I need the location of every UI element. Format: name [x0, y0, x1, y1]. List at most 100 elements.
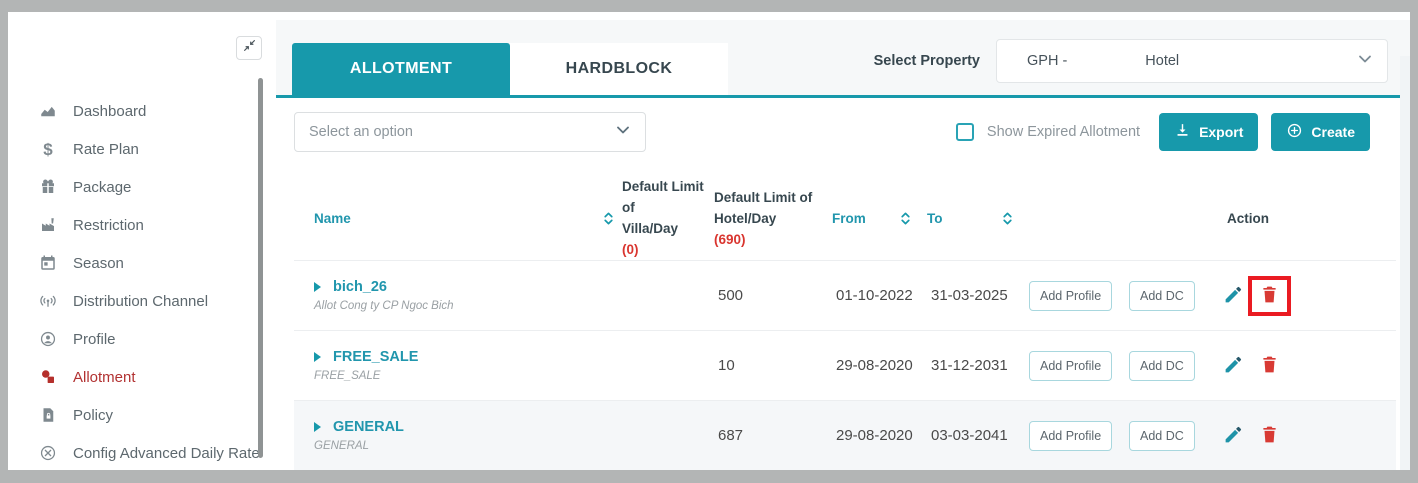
show-expired-checkbox[interactable] — [956, 123, 974, 141]
add-profile-cell: Add Profile — [1029, 351, 1129, 381]
sidebar-item-label: Rate Plan — [73, 141, 139, 158]
sidebar-item-restriction[interactable]: Restriction — [8, 206, 276, 244]
add-dc-cell: Add DC — [1129, 351, 1223, 381]
action-cell — [1223, 416, 1396, 456]
property-name: Hotel — [1145, 53, 1179, 69]
table-row: FREE_SALE FREE_SALE 10 29-08-2020 31-12-… — [294, 330, 1396, 400]
property-select-dropdown[interactable]: GPH - Hotel — [996, 39, 1388, 83]
gift-icon — [38, 177, 58, 197]
export-button[interactable]: Export — [1159, 113, 1258, 151]
from-date-cell: 29-08-2020 — [832, 427, 927, 444]
allotment-name-link[interactable]: FREE_SALE — [333, 349, 418, 365]
property-code: GPH - — [1027, 53, 1067, 69]
sidebar-item-rate-plan[interactable]: $ Rate Plan — [8, 130, 276, 168]
sort-icon[interactable] — [601, 211, 616, 226]
main-panel: ALLOTMENT HARDBLOCK Select Property GPH … — [276, 12, 1410, 470]
add-dc-button[interactable]: Add DC — [1129, 351, 1195, 381]
edit-button[interactable] — [1223, 284, 1244, 308]
table-row: GENERAL GENERAL 687 29-08-2020 03-03-204… — [294, 400, 1396, 470]
pencil-icon — [1223, 424, 1244, 448]
edit-button[interactable] — [1223, 424, 1244, 448]
create-button[interactable]: Create — [1271, 113, 1370, 151]
shapes-icon — [38, 367, 58, 387]
column-header-hotel-limit: Default Limit of Hotel/Day (690) — [714, 187, 832, 250]
column-header-action: Action — [1223, 211, 1396, 226]
villa-header-line1: Default Limit of — [622, 176, 714, 218]
highlight-annotation-box — [1248, 276, 1291, 316]
config-icon — [38, 443, 58, 463]
villa-header-line2: Villa/Day — [622, 218, 714, 239]
hotel-limit-cell: 500 — [714, 287, 832, 304]
allotment-name-link[interactable]: GENERAL — [333, 419, 404, 435]
hotel-limit-cell: 10 — [714, 357, 832, 374]
column-header-name[interactable]: Name — [294, 211, 622, 226]
area-chart-icon — [38, 101, 58, 121]
sidebar-item-label: Policy — [73, 407, 113, 424]
allotment-description: FREE_SALE — [314, 370, 622, 382]
sidebar-item-label: Profile — [73, 331, 116, 348]
delete-button[interactable] — [1259, 354, 1280, 378]
add-profile-button[interactable]: Add Profile — [1029, 351, 1112, 381]
expand-arrow-icon[interactable] — [314, 352, 321, 362]
sidebar-item-distribution-channel[interactable]: Distribution Channel — [8, 282, 276, 320]
calendar-icon — [38, 253, 58, 273]
add-dc-cell: Add DC — [1129, 421, 1223, 451]
edit-button[interactable] — [1223, 354, 1244, 378]
trash-wrap — [1248, 346, 1291, 386]
sidebar-item-label: Restriction — [73, 217, 144, 234]
add-profile-button[interactable]: Add Profile — [1029, 281, 1112, 311]
delete-button[interactable] — [1259, 424, 1280, 448]
tab-allotment[interactable]: ALLOTMENT — [292, 43, 510, 95]
column-header-to[interactable]: To — [927, 211, 1029, 226]
sidebar-item-package[interactable]: Package — [8, 168, 276, 206]
pencil-icon — [1223, 354, 1244, 378]
main-scrollbar[interactable] — [1400, 56, 1410, 470]
allotment-name-link[interactable]: bich_26 — [333, 279, 387, 295]
show-expired-label: Show Expired Allotment — [987, 124, 1140, 140]
hotel-header-line2: Hotel/Day — [714, 208, 832, 229]
column-header-from[interactable]: From — [832, 211, 927, 226]
add-dc-button[interactable]: Add DC — [1129, 421, 1195, 451]
expand-arrow-icon[interactable] — [314, 282, 321, 292]
collapse-arrows-icon — [243, 39, 256, 57]
sidebar-item-label: Dashboard — [73, 103, 146, 120]
user-circle-icon — [38, 329, 58, 349]
hotel-limit-cell: 687 — [714, 427, 832, 444]
sidebar-item-config-advanced-daily-rate[interactable]: Config Advanced Daily Rate — [8, 434, 276, 470]
table-row: bich_26 Allot Cong ty CP Ngoc Bich 500 0… — [294, 260, 1396, 330]
download-icon — [1174, 122, 1191, 142]
add-dc-button[interactable]: Add DC — [1129, 281, 1195, 311]
add-profile-cell: Add Profile — [1029, 421, 1129, 451]
toolbar-right-group: Show Expired Allotment Export Create — [956, 113, 1370, 151]
delete-button[interactable] — [1259, 284, 1280, 308]
property-selector: Select Property GPH - Hotel — [874, 39, 1388, 83]
sidebar-item-dashboard[interactable]: Dashboard — [8, 92, 276, 130]
add-profile-button[interactable]: Add Profile — [1029, 421, 1112, 451]
expand-arrow-icon[interactable] — [314, 422, 321, 432]
trash-icon — [1259, 354, 1280, 378]
sidebar-item-label: Config Advanced Daily Rate — [73, 445, 260, 462]
sidebar-item-label: Package — [73, 179, 131, 196]
trash-wrap — [1248, 416, 1291, 456]
name-header-label: Name — [314, 211, 351, 226]
name-cell: FREE_SALE FREE_SALE — [294, 349, 622, 382]
action-cell — [1223, 346, 1396, 386]
toolbar: Select an option Show Expired Allotment — [294, 112, 1396, 152]
sidebar-item-allotment[interactable]: Allotment — [8, 358, 276, 396]
filter-placeholder: Select an option — [309, 124, 413, 140]
dollar-icon: $ — [38, 139, 58, 159]
sidebar-item-season[interactable]: Season — [8, 244, 276, 282]
sidebar-collapse-button[interactable] — [236, 36, 262, 60]
trash-icon — [1259, 424, 1280, 448]
tab-hardblock[interactable]: HARDBLOCK — [510, 43, 728, 95]
sort-icon[interactable] — [1000, 211, 1015, 226]
top-bar: ALLOTMENT HARDBLOCK Select Property GPH … — [276, 20, 1410, 98]
sidebar-scrollbar[interactable] — [258, 78, 263, 458]
sidebar-item-profile[interactable]: Profile — [8, 320, 276, 358]
sort-icon[interactable] — [898, 211, 913, 226]
export-button-label: Export — [1199, 124, 1243, 140]
from-date-cell: 01-10-2022 — [832, 287, 927, 304]
sidebar-item-policy[interactable]: Policy — [8, 396, 276, 434]
table-header: Name Default Limit of Villa/Day (0) Defa… — [294, 176, 1396, 260]
filter-select-dropdown[interactable]: Select an option — [294, 112, 646, 152]
